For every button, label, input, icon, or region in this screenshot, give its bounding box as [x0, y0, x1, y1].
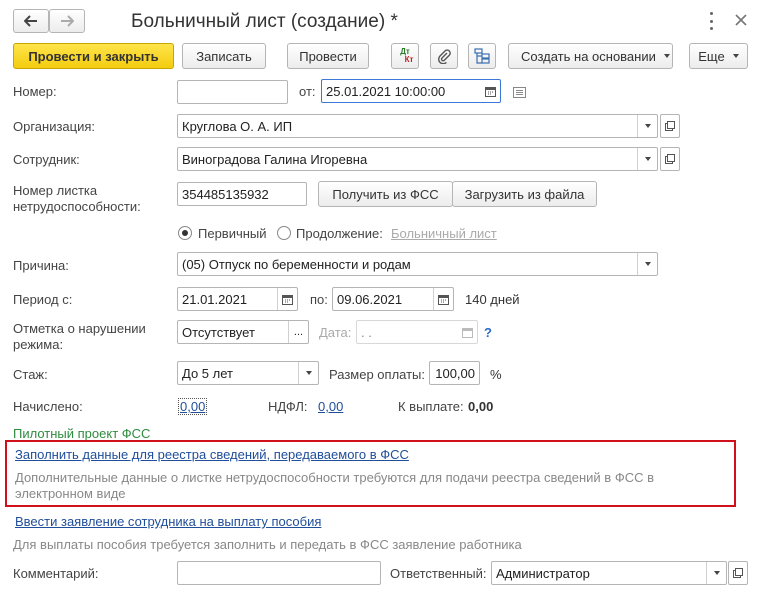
ndfl-value-link[interactable]: 0,00 [318, 399, 343, 414]
calendar-icon[interactable] [480, 80, 500, 102]
org-label: Организация: [13, 119, 96, 134]
open-responsible-button[interactable] [728, 561, 748, 585]
number-label: Номер: [13, 84, 57, 99]
chevron-down-icon [663, 54, 670, 58]
org-select[interactable]: Круглова О. А. ИП [177, 114, 658, 138]
chevron-down-icon[interactable] [637, 148, 657, 170]
load-from-file-button[interactable]: Загрузить из файла [452, 181, 597, 207]
open-employee-button[interactable] [660, 147, 680, 171]
employee-application-link[interactable]: Ввести заявление сотрудника на выплату п… [15, 514, 321, 529]
comment-list-icon[interactable] [513, 86, 526, 101]
accrued-label: Начислено: [13, 399, 83, 414]
fill-registry-link[interactable]: Заполнить данные для реестра сведений, п… [15, 447, 409, 462]
days-count: 140 дней [465, 292, 520, 307]
pay-size-label: Размер оплаты: [329, 367, 426, 382]
sheet-label-line2: нетрудоспособности: [13, 199, 141, 214]
violation-date-field: . . [356, 320, 478, 344]
radio-continue-label[interactable]: Продолжение: [296, 226, 383, 242]
responsible-label: Ответственный: [390, 566, 487, 581]
chevron-down-icon [732, 54, 739, 58]
pay-size-field[interactable]: 100,00 [429, 361, 480, 385]
open-form-icon [665, 121, 675, 131]
violation-label-line1: Отметка о нарушении [13, 321, 146, 336]
open-org-button[interactable] [660, 114, 680, 138]
post-and-close-button[interactable]: Провести и закрыть [13, 43, 174, 69]
get-from-fss-button[interactable]: Получить из ФСС [318, 181, 453, 207]
create-based-on-button[interactable]: Создать на основании [508, 43, 673, 69]
calendar-icon [457, 321, 477, 343]
date-field[interactable]: 25.01.2021 10:00:00 [321, 79, 501, 103]
forward-button[interactable] [49, 9, 85, 33]
kt-label: Кт [404, 55, 414, 64]
reason-select[interactable]: (05) Отпуск по беременности и родам [177, 252, 658, 276]
sick-list-link: Больничный лист [391, 226, 497, 241]
employee-label: Сотрудник: [13, 152, 80, 167]
org-value: Круглова О. А. ИП [182, 118, 293, 134]
application-hint: Для выплаты пособия требуется заполнить … [13, 537, 522, 552]
attach-button[interactable] [430, 43, 458, 69]
accrued-value-link[interactable]: 0,00 [178, 398, 208, 415]
chevron-down-icon[interactable] [637, 253, 657, 275]
responsible-select[interactable]: Администратор [491, 561, 727, 585]
percent-sign: % [490, 367, 502, 382]
ndfl-label: НДФЛ: [268, 399, 308, 414]
radio-primary[interactable] [178, 226, 192, 240]
more-vert-icon[interactable] [706, 12, 716, 30]
to-pay-label: К выплате: [398, 399, 464, 414]
close-icon[interactable] [734, 13, 748, 27]
structure-button[interactable] [468, 43, 496, 69]
more-button[interactable]: Еще [689, 43, 748, 69]
stazh-label: Стаж: [13, 367, 48, 382]
period-from-field[interactable]: 21.01.2021 [177, 287, 298, 311]
create-based-on-label: Создать на основании [521, 48, 656, 64]
post-button[interactable]: Провести [287, 43, 369, 69]
page-title: Больничный лист (создание) * [131, 11, 398, 32]
chevron-down-icon[interactable] [637, 115, 657, 137]
employee-value: Виноградова Галина Игоревна [182, 151, 368, 167]
pilot-project-heading: Пилотный проект ФСС [13, 426, 151, 441]
open-form-icon [665, 154, 675, 164]
chevron-down-icon[interactable] [298, 362, 318, 384]
number-field[interactable] [177, 80, 288, 104]
employee-select[interactable]: Виноградова Галина Игоревна [177, 147, 658, 171]
period-to-label: по: [310, 292, 328, 307]
violation-date-label: Дата: [319, 325, 352, 340]
radio-primary-label[interactable]: Первичный [198, 226, 267, 242]
to-pay-value: 0,00 [468, 399, 494, 414]
date-label: от: [299, 84, 316, 99]
calendar-icon[interactable] [277, 288, 297, 310]
responsible-value: Администратор [496, 565, 590, 581]
reason-label: Причина: [13, 258, 69, 273]
help-icon[interactable]: ? [484, 325, 492, 340]
chevron-down-icon[interactable] [706, 562, 726, 584]
sheet-number-field[interactable]: 354485135932 [177, 182, 307, 206]
arrow-left-icon [24, 15, 37, 27]
dt-kt-button[interactable]: Дт Кт [391, 43, 419, 69]
open-form-icon [733, 568, 743, 578]
radio-continue[interactable] [277, 226, 291, 240]
more-label: Еще [698, 48, 725, 64]
period-label: Период с: [13, 292, 73, 307]
registry-hint: Дополнительные данные о листке нетрудосп… [15, 470, 655, 501]
stazh-select[interactable]: До 5 лет [177, 361, 319, 385]
reason-value: (05) Отпуск по беременности и родам [182, 256, 411, 272]
date-value: 25.01.2021 10:00:00 [326, 83, 446, 99]
comment-label: Комментарий: [13, 566, 99, 581]
arrow-right-icon [61, 15, 74, 27]
back-button[interactable] [13, 9, 49, 33]
violation-label-line2: режима: [13, 337, 64, 352]
comment-field[interactable] [177, 561, 381, 585]
violation-field[interactable]: Отсутствует ... [177, 320, 309, 344]
select-button[interactable]: ... [288, 321, 308, 343]
save-button[interactable]: Записать [182, 43, 266, 69]
calendar-icon[interactable] [433, 288, 453, 310]
period-to-field[interactable]: 09.06.2021 [332, 287, 454, 311]
paperclip-icon [437, 49, 451, 64]
hierarchy-icon [474, 48, 490, 64]
sheet-label-line1: Номер листка [13, 183, 98, 198]
